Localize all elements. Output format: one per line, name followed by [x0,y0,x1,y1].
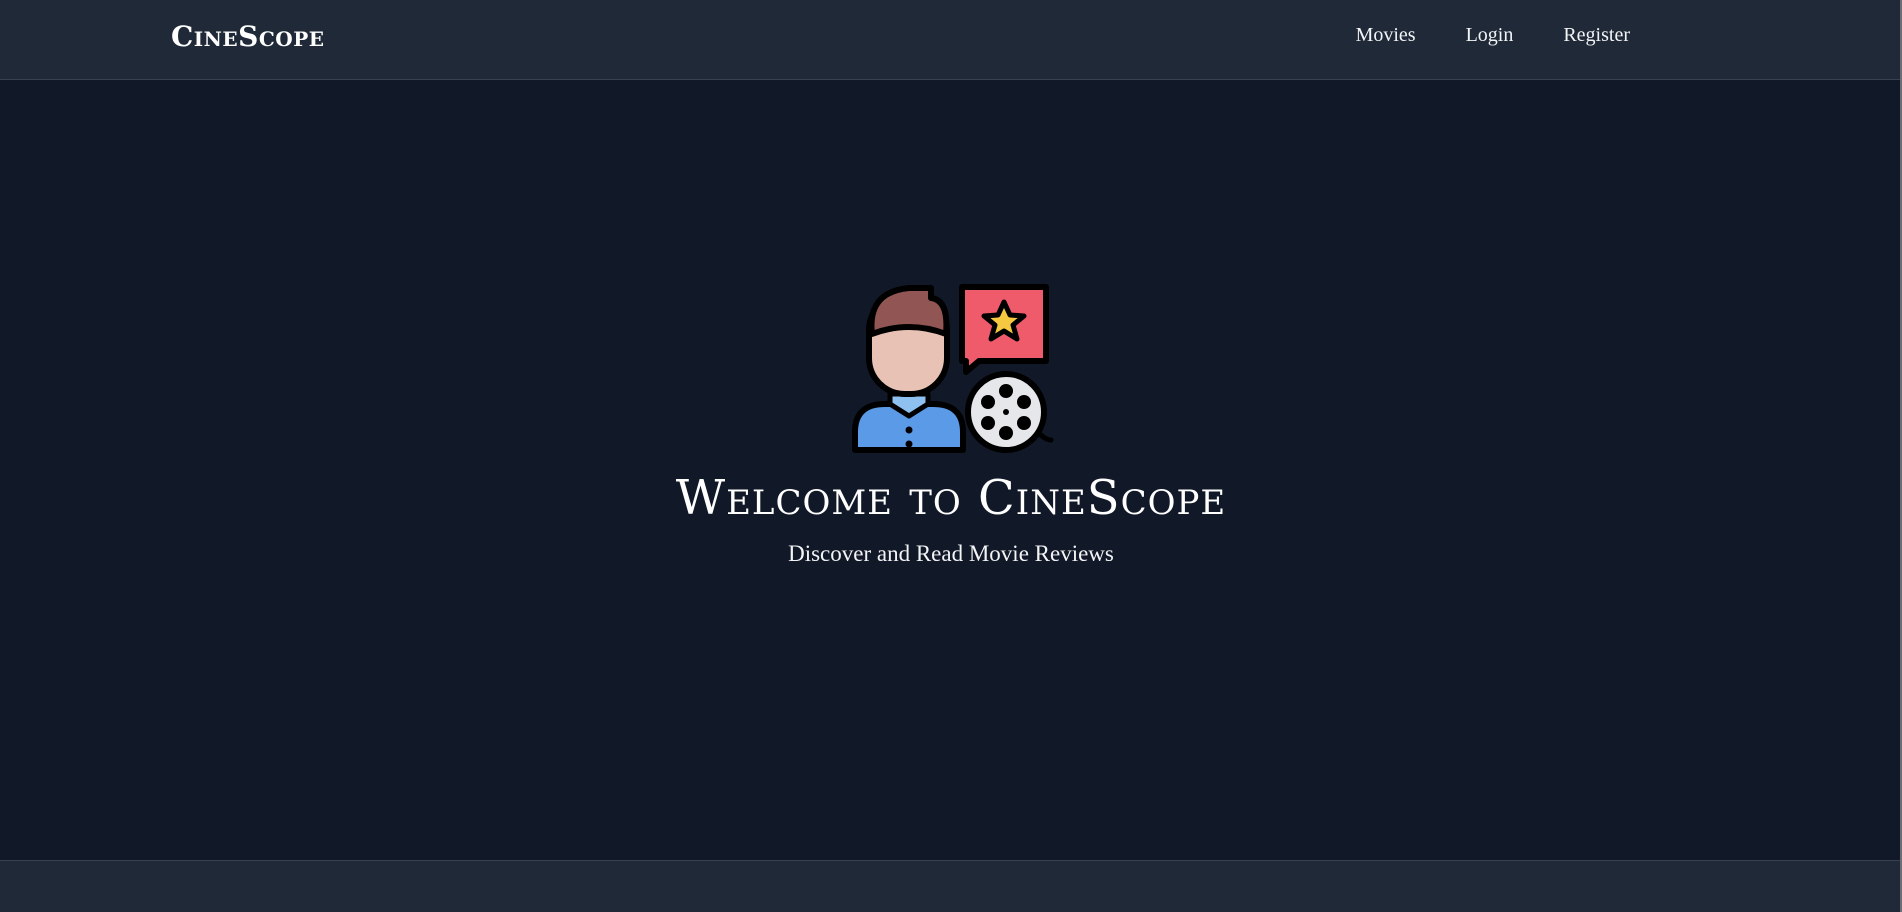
nav-links: Movies Login Register [1356,24,1630,47]
top-navbar: CineScope Movies Login Register [0,0,1902,80]
hero-title: Welcome to CineScope [675,470,1227,526]
brand-logo-link[interactable]: CineScope [171,20,325,53]
star-rating-bubble-icon [959,284,1049,375]
hero-subtitle: Discover and Read Movie Reviews [788,541,1114,566]
film-reel-icon [965,371,1054,453]
nav-login-link[interactable]: Login [1466,24,1514,47]
nav-register-link[interactable]: Register [1563,24,1630,47]
movie-reviewer-illustration [852,284,1054,453]
page-footer [0,860,1902,912]
nav-movies-link[interactable]: Movies [1356,24,1416,47]
user-icon [852,285,966,453]
